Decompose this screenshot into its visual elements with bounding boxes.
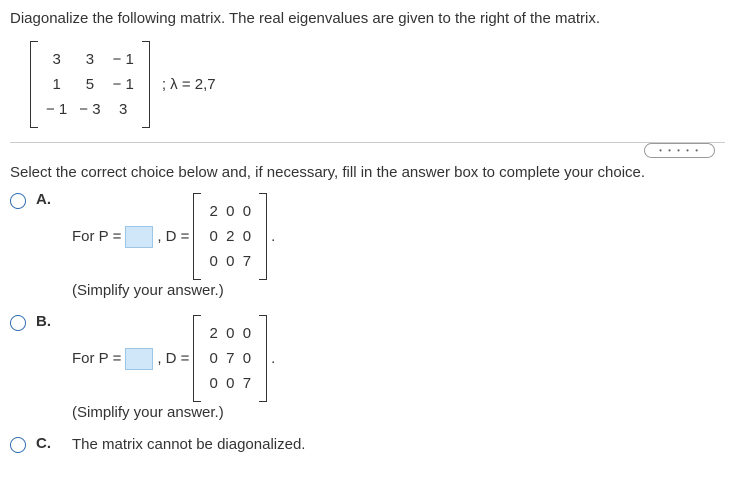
- radio-a[interactable]: [10, 193, 26, 209]
- answer-input-a[interactable]: [125, 226, 153, 248]
- matrix-cell: − 1: [107, 72, 140, 97]
- matrix-cell: 1: [40, 72, 73, 97]
- simplify-b: (Simplify your answer.): [72, 404, 725, 421]
- d-matrix-a: 2 0 0 0 2 0 0 0 7: [193, 193, 267, 280]
- question-text: Diagonalize the following matrix. The re…: [10, 8, 725, 29]
- radio-b[interactable]: [10, 315, 26, 331]
- matrix-cell: − 1: [107, 47, 140, 72]
- matrix-cell: 0 2 0: [203, 224, 257, 249]
- matrix-cell: 2 0 0: [203, 199, 257, 224]
- matrix-cell: 2 0 0: [203, 321, 257, 346]
- choice-a-label: A.: [36, 191, 56, 208]
- choice-b-label: B.: [36, 313, 56, 330]
- matrix-cell: − 3: [73, 97, 106, 122]
- matrix-cell: 0 7 0: [203, 346, 257, 371]
- more-options-button[interactable]: • • • • •: [644, 143, 715, 158]
- choice-c: C. The matrix cannot be diagonalized.: [10, 435, 725, 453]
- radio-c[interactable]: [10, 437, 26, 453]
- matrix-cell: 0 0 7: [203, 371, 257, 396]
- answer-input-b[interactable]: [125, 348, 153, 370]
- choice-b-prefix: For P =: [72, 350, 121, 367]
- matrix-display: 3 3 − 1 1 5 − 1 − 1 − 3 3 ; λ = 2,7: [30, 41, 725, 128]
- choice-a-prefix: For P =: [72, 228, 121, 245]
- d-matrix-b: 2 0 0 0 7 0 0 0 7: [193, 315, 267, 402]
- choice-c-text: The matrix cannot be diagonalized.: [72, 435, 725, 453]
- period: .: [271, 228, 275, 245]
- choice-a-dtext: , D =: [157, 228, 189, 245]
- simplify-a: (Simplify your answer.): [72, 282, 725, 299]
- matrix-cell: 5: [73, 72, 106, 97]
- choice-b-dtext: , D =: [157, 350, 189, 367]
- choice-c-label: C.: [36, 435, 56, 452]
- main-matrix: 3 3 − 1 1 5 − 1 − 1 − 3 3: [30, 41, 150, 128]
- instruction-text: Select the correct choice below and, if …: [10, 164, 725, 181]
- matrix-cell: − 1: [40, 97, 73, 122]
- choice-a: A. For P = , D = 2 0 0 0 2 0 0 0 7 . (Si…: [10, 191, 725, 309]
- matrix-cell: 3: [107, 97, 140, 122]
- period: .: [271, 350, 275, 367]
- matrix-cell: 0 0 7: [203, 249, 257, 274]
- matrix-cell: 3: [73, 47, 106, 72]
- choice-b: B. For P = , D = 2 0 0 0 7 0 0 0 7 . (Si…: [10, 313, 725, 431]
- eigenvalue-text: ; λ = 2,7: [162, 76, 216, 93]
- matrix-cell: 3: [40, 47, 73, 72]
